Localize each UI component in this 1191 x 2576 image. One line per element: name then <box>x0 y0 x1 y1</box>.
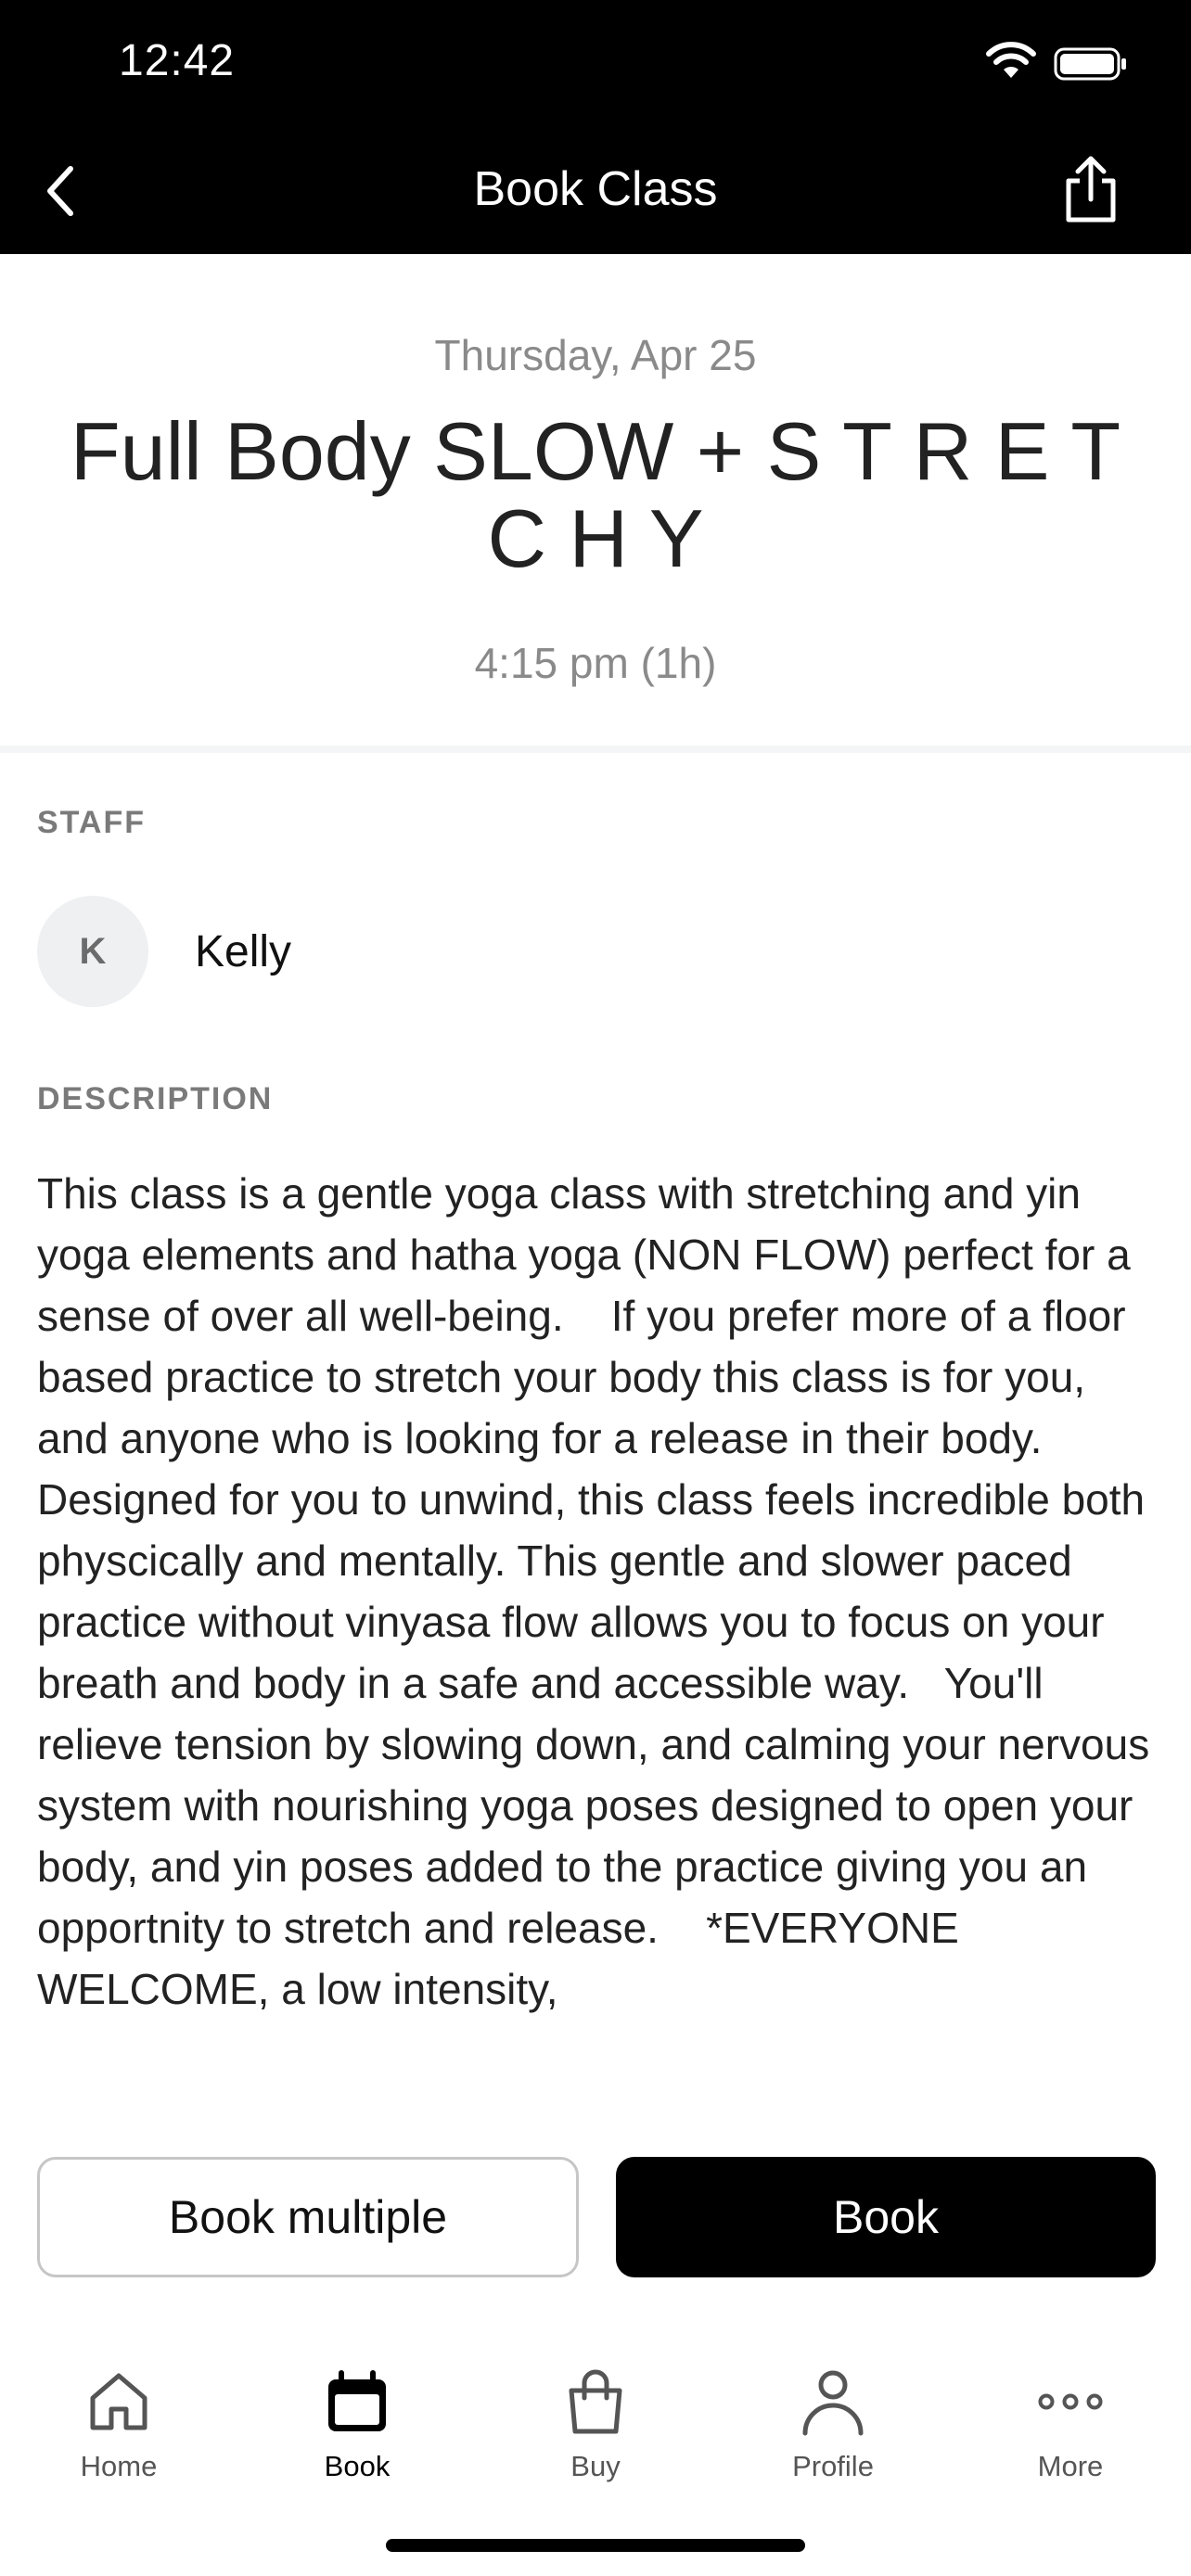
tab-profile[interactable]: Profile <box>749 2337 916 2485</box>
section-divider <box>0 746 1191 753</box>
staff-section-label: STAFF <box>37 805 147 840</box>
tab-label: Buy <box>570 2450 621 2482</box>
class-time: 4:15 pm (1h) <box>474 639 717 687</box>
class-header: Thursday, Apr 25 Full Body SLOW + S T R … <box>0 254 1191 746</box>
home-icon <box>90 2373 147 2430</box>
description-section-label: DESCRIPTION <box>37 1081 274 1116</box>
tab-book[interactable]: Book <box>274 2337 441 2485</box>
share-icon <box>1066 156 1116 223</box>
page-title: Book Class <box>473 162 718 216</box>
tab-home[interactable]: Home <box>35 2337 202 2485</box>
class-date: Thursday, Apr 25 <box>434 331 757 379</box>
tab-bar: Home Book Buy Profile More <box>0 2337 1191 2485</box>
book-multiple-button[interactable]: Book multiple <box>37 2157 579 2277</box>
more-dots-icon <box>1038 2393 1103 2410</box>
status-bar: 12:42 <box>0 0 1191 126</box>
class-title: Full Body SLOW + S T R E T C H Y <box>70 405 1121 584</box>
tab-label: Home <box>80 2450 158 2482</box>
person-icon <box>802 2370 864 2436</box>
share-button[interactable] <box>1054 150 1128 228</box>
staff-name: Kelly <box>195 926 292 976</box>
staff-row[interactable]: K Kelly <box>37 896 291 1007</box>
shopping-bag-icon <box>569 2369 622 2434</box>
tab-label: More <box>1037 2450 1104 2482</box>
book-button[interactable]: Book <box>616 2157 1156 2277</box>
tab-label: Profile <box>792 2450 874 2482</box>
class-description: This class is a gentle yoga class with s… <box>37 1169 1150 2013</box>
tab-label: Book <box>324 2450 391 2482</box>
nav-bar: Book Class <box>0 126 1191 254</box>
wifi-icon <box>986 42 1036 78</box>
tab-more[interactable]: More <box>987 2337 1154 2485</box>
avatar: K <box>37 896 148 1007</box>
description-fade <box>0 2053 1191 2109</box>
battery-icon <box>1054 47 1126 81</box>
status-time: 12:42 <box>119 36 236 85</box>
calendar-icon <box>328 2370 386 2431</box>
tab-buy[interactable]: Buy <box>512 2337 679 2485</box>
home-indicator <box>386 2539 805 2552</box>
